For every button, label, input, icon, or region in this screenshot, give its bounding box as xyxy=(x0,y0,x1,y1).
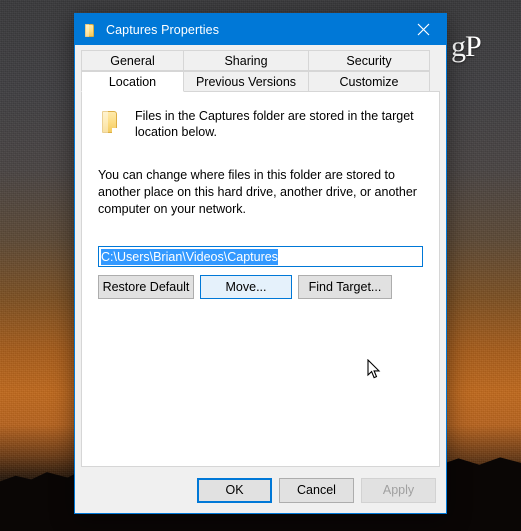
captures-properties-dialog: Captures Properties General Sharing Secu… xyxy=(74,13,447,514)
dialog-footer: OK Cancel Apply xyxy=(75,467,446,513)
dialog-title: Captures Properties xyxy=(106,22,220,37)
tab-location[interactable]: Location xyxy=(81,71,184,92)
tab-row-lower: Location Previous Versions Customize xyxy=(81,71,440,92)
tab-customize[interactable]: Customize xyxy=(308,71,430,92)
ok-button[interactable]: OK xyxy=(197,477,272,503)
restore-default-button[interactable]: Restore Default xyxy=(98,275,194,299)
location-description-primary: Files in the Captures folder are stored … xyxy=(135,109,414,139)
apply-button: Apply xyxy=(361,477,436,503)
folder-icon xyxy=(82,22,98,38)
site-watermark: gP xyxy=(451,30,482,63)
close-icon[interactable] xyxy=(401,14,446,45)
tab-previous-versions[interactable]: Previous Versions xyxy=(183,71,309,92)
location-info-row: Files in the Captures folder are stored … xyxy=(98,108,423,140)
target-path-value: C:\Users\Brian\Videos\Captures xyxy=(101,248,278,265)
tab-sharing[interactable]: Sharing xyxy=(183,50,309,71)
tab-general[interactable]: General xyxy=(81,50,184,71)
location-description-secondary: You can change where files in this folde… xyxy=(98,168,417,216)
tab-row-upper: General Sharing Security xyxy=(81,50,440,71)
location-tab-panel: Files in the Captures folder are stored … xyxy=(81,91,440,467)
dialog-titlebar[interactable]: Captures Properties xyxy=(75,14,446,45)
location-action-buttons: Restore Default Move... Find Target... xyxy=(98,275,423,299)
folder-icon xyxy=(98,109,124,135)
find-target-button[interactable]: Find Target... xyxy=(298,275,392,299)
dialog-tabstrip: General Sharing Security Location Previo… xyxy=(75,45,446,92)
tab-security[interactable]: Security xyxy=(308,50,430,71)
target-path-input[interactable]: C:\Users\Brian\Videos\Captures xyxy=(98,246,423,267)
cancel-button[interactable]: Cancel xyxy=(279,477,354,503)
move-button[interactable]: Move... xyxy=(200,275,292,299)
mouse-cursor xyxy=(367,358,381,380)
